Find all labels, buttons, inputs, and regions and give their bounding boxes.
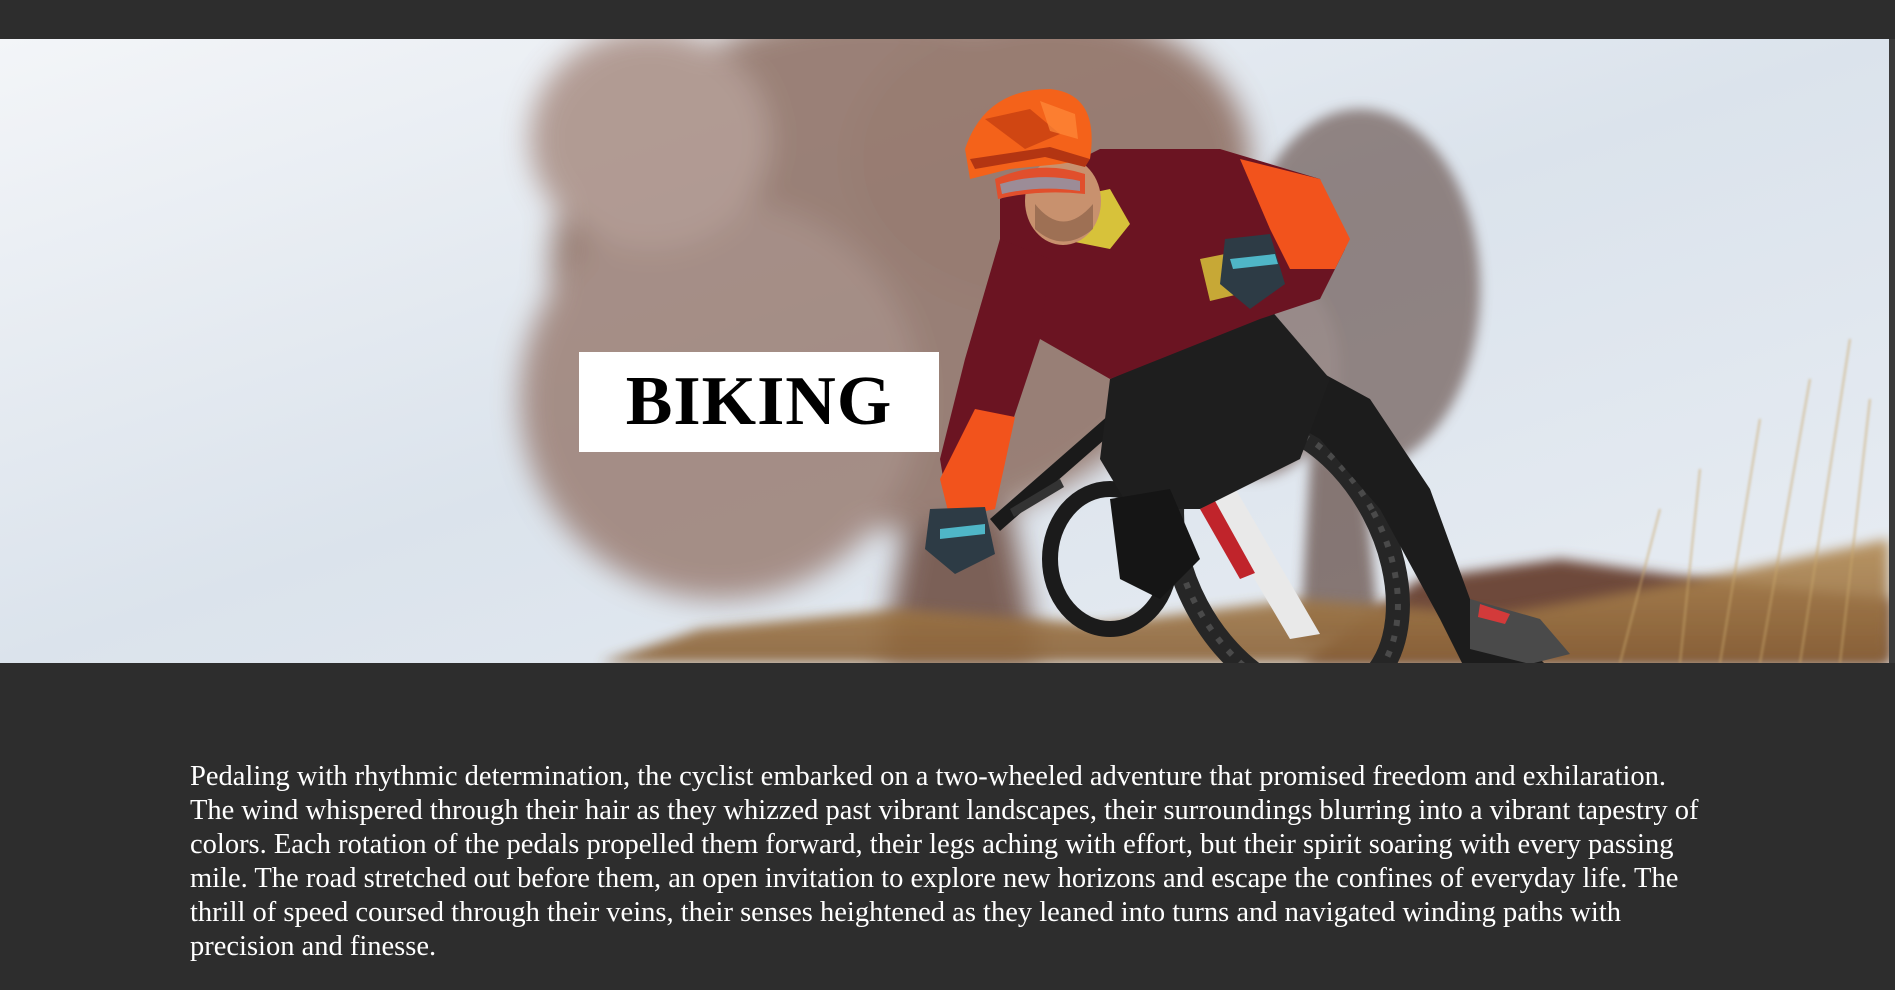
mountain-biker-photo	[0, 39, 1889, 663]
scrollbar[interactable]	[1889, 39, 1895, 663]
page: BIKING Pedaling with rhythmic determinat…	[0, 0, 1895, 990]
hero-banner	[0, 39, 1889, 663]
hero-title-box: BIKING	[579, 352, 939, 452]
page-title: BIKING	[625, 363, 893, 440]
article-body: Pedaling with rhythmic determination, th…	[190, 761, 1699, 962]
